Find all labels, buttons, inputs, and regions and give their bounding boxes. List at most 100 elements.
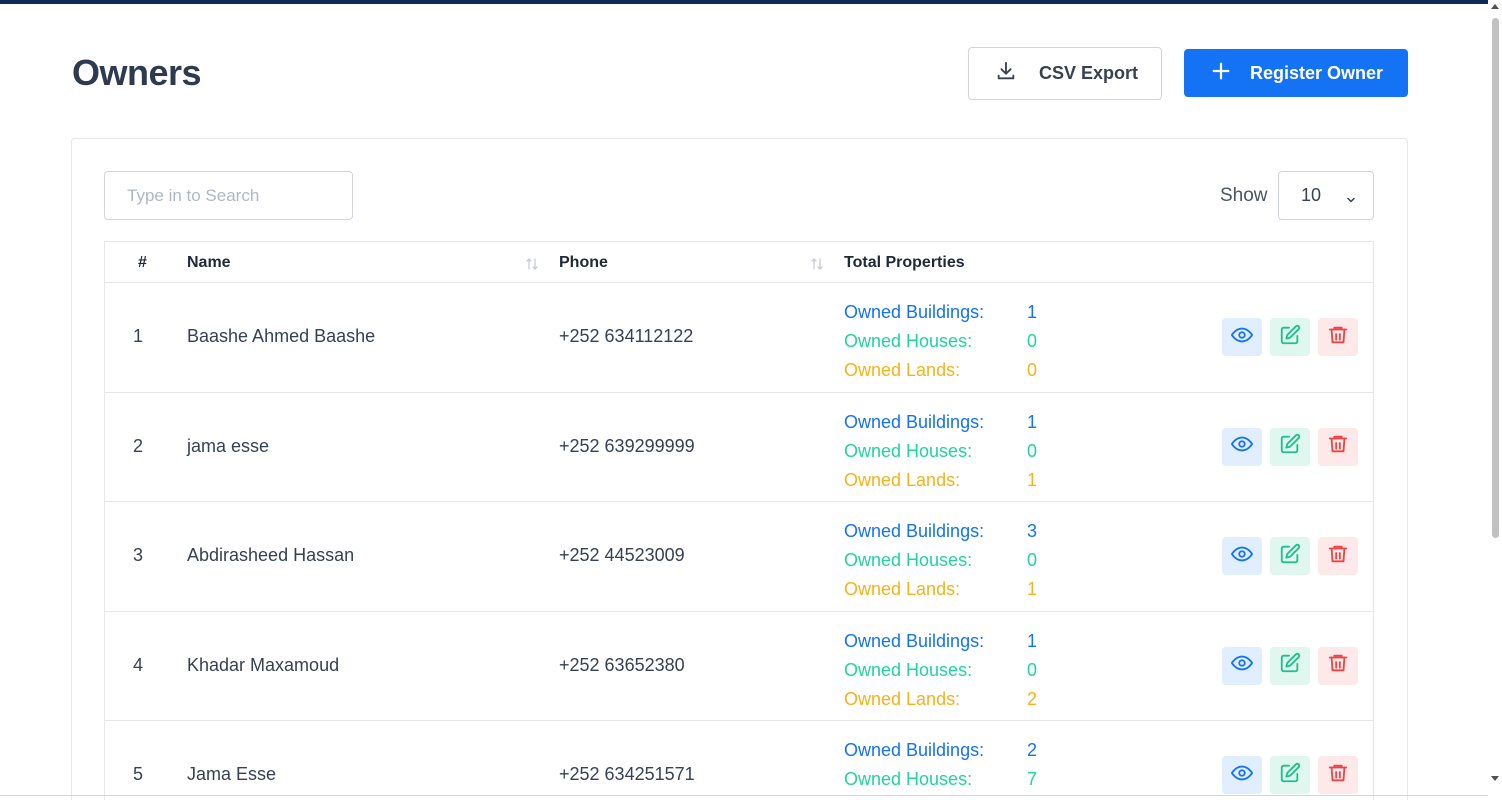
owned-houses-label: Owned Houses: [844, 440, 973, 461]
row-actions [1222, 427, 1358, 466]
eye-icon [1231, 543, 1253, 570]
csv-export-label: CSV Export [1039, 63, 1139, 83]
scrollbar-thumb[interactable] [1492, 18, 1499, 538]
page-size-select[interactable]: 10 [1278, 171, 1374, 220]
sort-icon[interactable] [524, 256, 540, 272]
top-accent-bar [0, 0, 1488, 4]
edit-button[interactable] [1270, 646, 1310, 685]
delete-button[interactable] [1318, 646, 1358, 685]
column-header-name[interactable]: Name [187, 254, 231, 272]
owned-buildings-count: 1 [1027, 411, 1038, 432]
register-owner-label: Register Owner [1250, 62, 1384, 83]
scroll-up-arrow[interactable] [1491, 4, 1499, 9]
owned-houses-count: 0 [1027, 331, 1038, 351]
edit-button[interactable] [1270, 318, 1310, 356]
owned-houses-count: 0 [1027, 440, 1038, 461]
table-row: 3 Abdirasheed Hassan +252 44523009 Owned… [105, 502, 1373, 612]
delete-button[interactable] [1318, 318, 1358, 356]
table-row: 2 jama esse +252 639299999 Owned Buildin… [105, 393, 1373, 502]
owned-buildings-count: 1 [1027, 630, 1038, 651]
owned-houses-count: 0 [1027, 550, 1038, 570]
owner-name: Baashe Ahmed Baashe [187, 326, 376, 346]
eye-icon [1231, 652, 1253, 679]
owned-lands-count: 1 [1027, 469, 1038, 490]
eye-icon [1231, 762, 1253, 789]
property-summary: Owned Buildings: 2 Owned Houses: 7 Owned… [844, 736, 1037, 800]
view-button[interactable] [1222, 318, 1262, 356]
edit-icon [1279, 652, 1301, 679]
view-button[interactable] [1222, 427, 1262, 466]
owner-phone: +252 44523009 [559, 545, 685, 565]
property-summary: Owned Buildings: 1 Owned Houses: 0 Owned… [844, 298, 1037, 385]
owned-lands-count: 1 [1027, 579, 1038, 599]
page-title: Owners [72, 52, 202, 93]
eye-icon [1231, 433, 1253, 460]
owned-buildings: Owned Buildings: 1 [844, 627, 1037, 656]
owned-houses-label: Owned Houses: [844, 331, 973, 351]
property-summary: Owned Buildings: 1 Owned Houses: 0 Owned… [844, 627, 1037, 714]
owned-buildings: Owned Buildings: 1 [844, 408, 1037, 437]
owner-name: jama esse [187, 435, 270, 456]
view-button[interactable] [1222, 756, 1262, 794]
search-input[interactable] [104, 171, 353, 220]
table-header: # Name Phone Total Properties [105, 242, 1373, 283]
edit-icon [1279, 762, 1301, 789]
row-actions [1222, 756, 1358, 794]
owned-buildings: Owned Buildings: 1 [844, 298, 1037, 327]
scroll-down-arrow[interactable] [1491, 776, 1499, 781]
row-actions [1222, 646, 1358, 685]
delete-button[interactable] [1318, 537, 1358, 575]
delete-button[interactable] [1318, 427, 1358, 466]
owned-buildings-count: 3 [1027, 521, 1038, 541]
owned-houses-count: 0 [1027, 659, 1038, 680]
owned-lands-count: 0 [1027, 360, 1038, 380]
trash-icon [1327, 543, 1349, 570]
row-number: 1 [133, 326, 144, 346]
owned-buildings-label: Owned Buildings: [844, 302, 985, 322]
page-size-value: 10 [1301, 185, 1322, 205]
owned-lands: Owned Lands: 1 [844, 466, 1037, 495]
owned-buildings: Owned Buildings: 3 [844, 517, 1037, 546]
eye-icon [1231, 324, 1253, 351]
owned-houses-count: 7 [1027, 769, 1038, 789]
sort-icon[interactable] [809, 256, 825, 272]
column-header-total-properties: Total Properties [844, 254, 965, 271]
edit-button[interactable] [1270, 756, 1310, 794]
edit-button[interactable] [1270, 537, 1310, 575]
register-owner-button[interactable]: Register Owner [1184, 49, 1408, 97]
property-summary: Owned Buildings: 1 Owned Houses: 0 Owned… [844, 408, 1037, 495]
csv-export-button[interactable]: CSV Export [968, 47, 1162, 100]
owner-phone: +252 63652380 [559, 654, 685, 675]
vertical-scrollbar[interactable] [1488, 0, 1502, 800]
owned-houses-label: Owned Houses: [844, 659, 973, 680]
row-actions [1222, 318, 1358, 356]
edit-button[interactable] [1270, 427, 1310, 466]
owned-lands-count: 2 [1027, 688, 1038, 709]
owner-name: Khadar Maxamoud [187, 654, 340, 675]
owned-lands-label: Owned Lands: [844, 688, 961, 709]
row-number: 4 [133, 654, 144, 675]
owned-lands: Owned Lands: 2 [844, 685, 1037, 714]
edit-icon [1279, 543, 1301, 570]
view-button[interactable] [1222, 537, 1262, 575]
owned-buildings: Owned Buildings: 2 [844, 736, 1037, 765]
owned-buildings-label: Owned Buildings: [844, 740, 985, 760]
delete-button[interactable] [1318, 756, 1358, 794]
table-row: 4 Khadar Maxamoud +252 63652380 Owned Bu… [105, 612, 1373, 721]
owner-phone: +252 634112122 [559, 326, 694, 346]
edit-icon [1279, 433, 1301, 460]
owner-name: Abdirasheed Hassan [187, 545, 355, 565]
owned-buildings-count: 1 [1027, 302, 1038, 322]
owned-houses: Owned Houses: 0 [844, 327, 1037, 356]
owner-phone: +252 639299999 [559, 435, 695, 456]
column-header-phone[interactable]: Phone [559, 254, 608, 272]
table-row: 5 Jama Esse +252 634251571 Owned Buildin… [105, 721, 1373, 800]
owned-houses: Owned Houses: 7 [844, 765, 1037, 794]
download-icon [995, 60, 1017, 87]
viewport-divider [0, 795, 1488, 796]
owned-buildings-count: 2 [1027, 740, 1038, 760]
owned-houses: Owned Houses: 0 [844, 656, 1037, 685]
row-number: 5 [133, 764, 144, 784]
chevron-down-icon [1345, 190, 1357, 203]
view-button[interactable] [1222, 646, 1262, 685]
